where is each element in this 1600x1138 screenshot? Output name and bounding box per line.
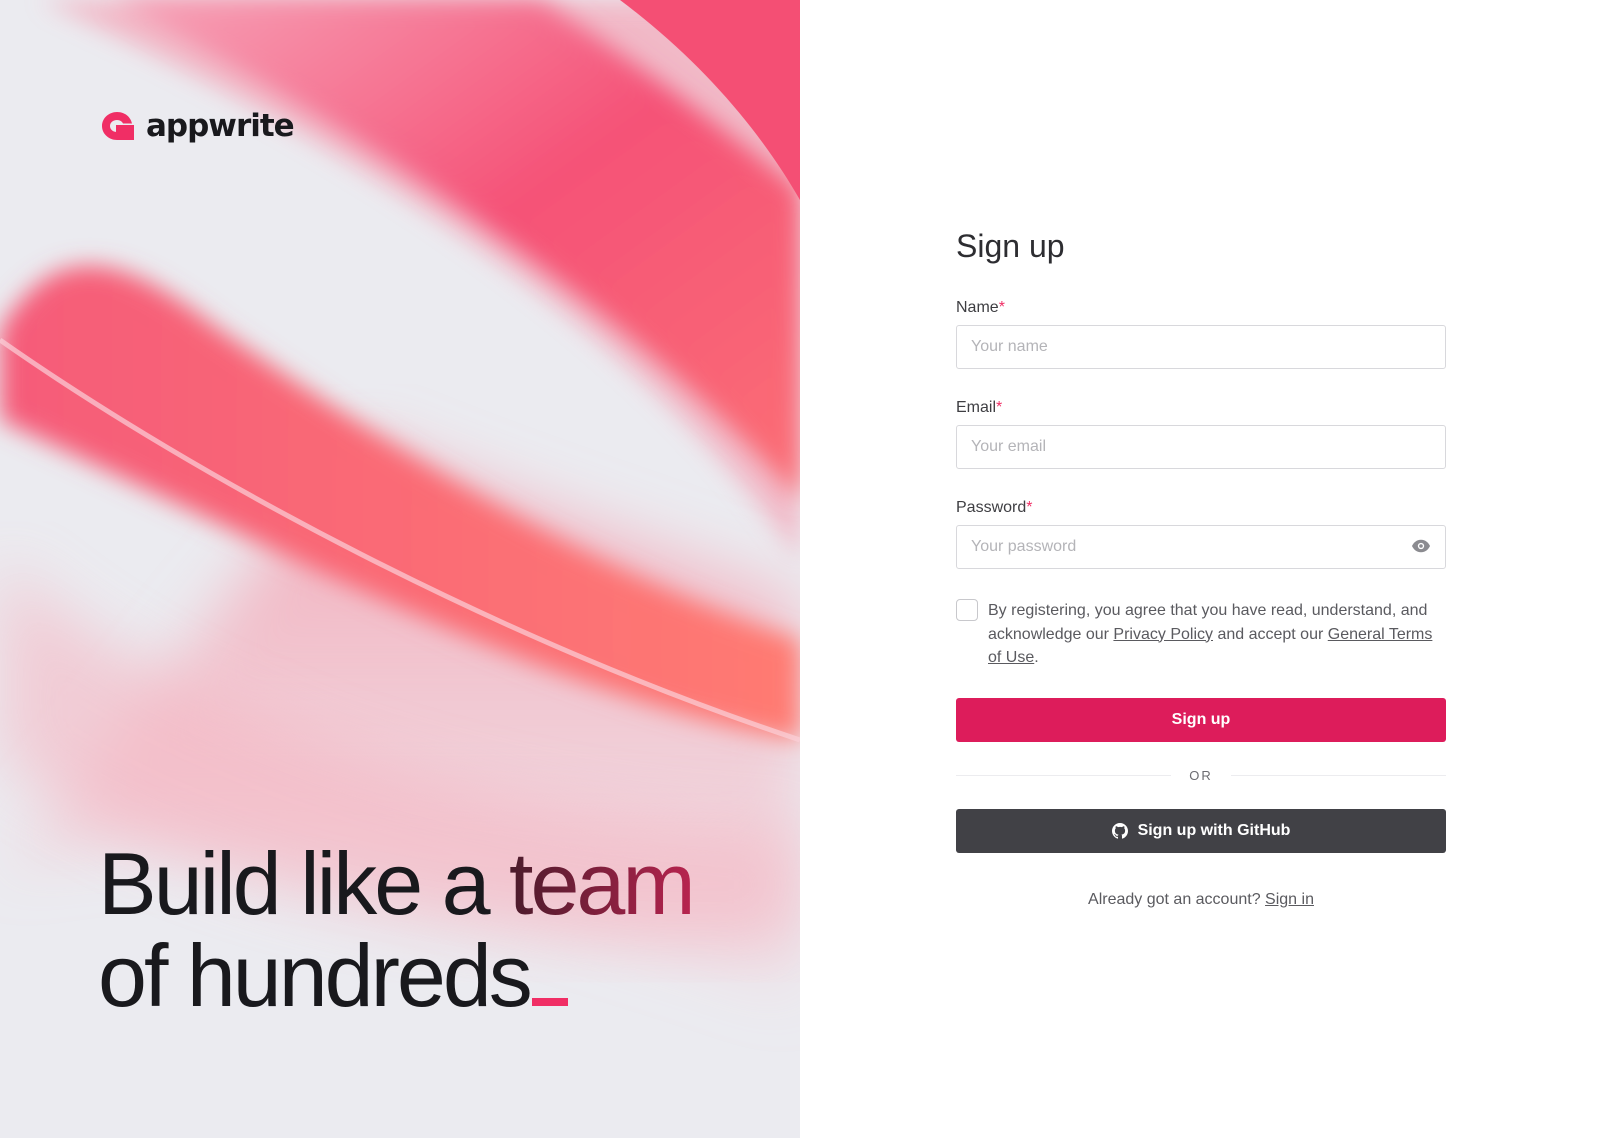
divider-label: OR xyxy=(1189,767,1213,783)
password-label: Password* xyxy=(956,499,1033,516)
name-input[interactable] xyxy=(956,325,1446,369)
appwrite-logo-icon xyxy=(102,112,134,140)
github-icon xyxy=(1111,822,1128,839)
signup-button[interactable]: Sign up xyxy=(956,697,1446,742)
terms-checkbox[interactable] xyxy=(956,599,978,621)
eye-icon[interactable] xyxy=(1412,539,1430,553)
divider-line xyxy=(956,774,1172,776)
name-label: Name* xyxy=(956,299,1005,316)
tagline-line1: Build like a xyxy=(98,834,510,933)
hero-tagline: Build like a team of hundreds xyxy=(98,838,696,1025)
email-label: Email* xyxy=(956,399,1003,416)
brand-logo[interactable]: appwrite xyxy=(100,108,295,144)
divider-line xyxy=(1230,774,1446,776)
name-field-group: Name* xyxy=(956,299,1446,369)
signup-form: Sign up Name* Email* Password* By regist… xyxy=(956,228,1446,909)
github-signup-button[interactable]: Sign up with GitHub xyxy=(956,808,1446,853)
tagline-line2: of hundreds xyxy=(98,926,533,1025)
or-divider: OR xyxy=(956,768,1446,783)
email-input[interactable] xyxy=(956,425,1446,469)
password-input[interactable] xyxy=(956,525,1446,569)
page-title: Sign up xyxy=(956,228,1065,264)
tagline-accent-word: team xyxy=(509,834,696,933)
signin-link[interactable]: Sign in xyxy=(1265,891,1314,908)
signin-prompt: Already got an account? Sign in xyxy=(1088,890,1314,908)
hero-panel: appwrite Build like a team of hundreds xyxy=(0,0,800,1138)
brand-name: appwrite xyxy=(146,108,295,144)
terms-text: By registering, you agree that you have … xyxy=(988,602,1433,666)
email-field-group: Email* xyxy=(956,399,1446,469)
required-mark: * xyxy=(998,299,1005,316)
typing-cursor xyxy=(531,998,568,1006)
privacy-policy-link[interactable]: Privacy Policy xyxy=(1113,626,1213,643)
required-mark: * xyxy=(1026,499,1033,516)
password-field-group: Password* xyxy=(956,499,1446,569)
github-button-label: Sign up with GitHub xyxy=(1137,821,1291,839)
required-mark: * xyxy=(996,399,1003,416)
terms-agreement: By registering, you agree that you have … xyxy=(956,599,1446,670)
